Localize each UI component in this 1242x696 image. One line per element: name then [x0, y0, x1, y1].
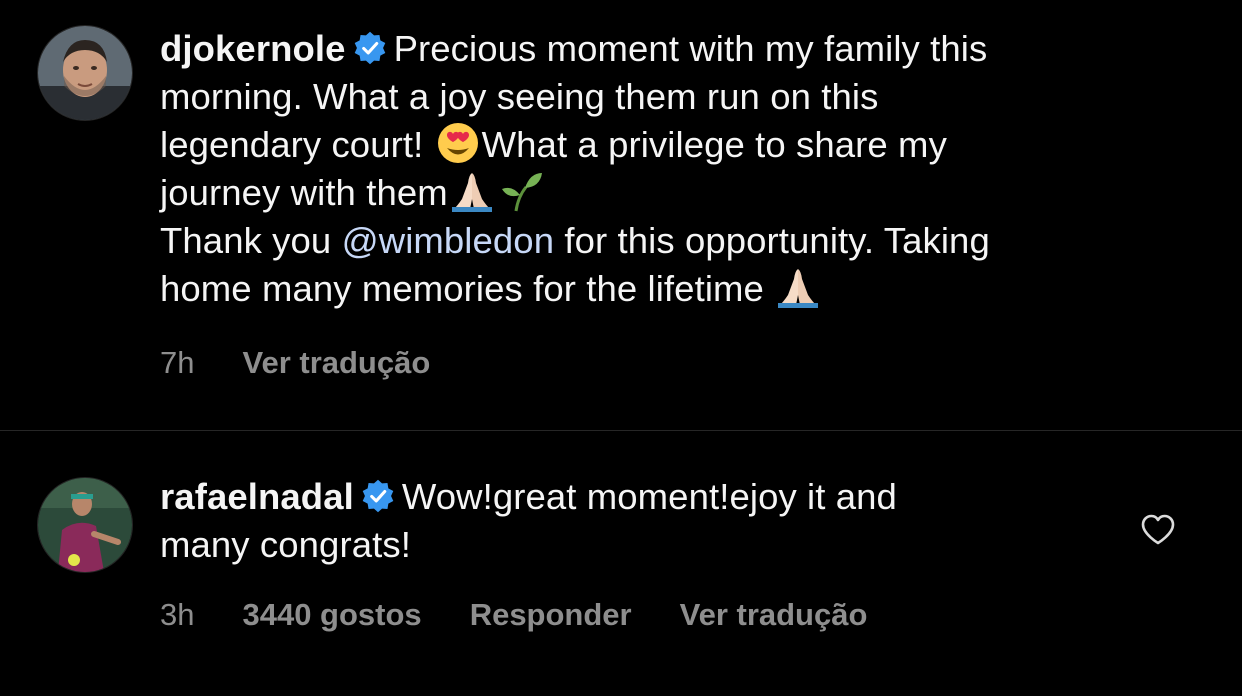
folded-hands-emoji-icon: [778, 269, 819, 308]
post-username[interactable]: djokernole: [160, 28, 346, 69]
post-caption: djokernole Precious moment with my family…: [0, 0, 1242, 430]
folded-hands-emoji-icon: [451, 173, 492, 212]
comment-meta: 3h 3440 gostos Responder Ver tradução: [160, 597, 915, 633]
comment-timestamp: 3h: [160, 597, 195, 632]
thanks-prefix: Thank you: [160, 220, 342, 261]
caption-line-1: Precious moment with my family this: [393, 28, 988, 69]
divider: [0, 430, 1242, 431]
thanks-line-2: home many memories for the lifetime: [160, 268, 764, 309]
comment-translate-link[interactable]: Ver tradução: [680, 597, 868, 632]
caption-line-2: morning. What a joy seeing them run on t…: [160, 76, 879, 117]
seedling-emoji-icon: [501, 173, 542, 212]
post-translate-link[interactable]: Ver tradução: [242, 345, 430, 380]
verified-badge-icon: [362, 479, 394, 513]
comment-username[interactable]: rafaelnadal: [160, 476, 354, 517]
rafaelnadal-avatar[interactable]: [37, 477, 133, 573]
comment-likes-count[interactable]: 3440 gostos: [242, 597, 421, 632]
comment-line-2: many congrats!: [160, 524, 411, 565]
post-timestamp: 7h: [160, 345, 195, 380]
caption-line-4: What a privilege to share my: [481, 124, 947, 165]
caption-line-5: journey with them: [160, 172, 448, 213]
wimbledon-mention-link[interactable]: @wimbledon: [342, 220, 555, 261]
reply-button[interactable]: Responder: [470, 597, 632, 632]
post-caption-text: djokernole Precious moment with my family…: [160, 25, 1170, 313]
post-meta: 7h Ver tradução: [160, 345, 478, 381]
heart-eyes-emoji-icon: [437, 123, 478, 163]
verified-badge-icon: [354, 31, 385, 65]
caption-line-3: legendary court!: [160, 124, 424, 165]
thanks-suffix: for this opportunity. Taking: [554, 220, 990, 261]
comment-text: rafaelnadal Wow!great moment!ejoy it and …: [160, 473, 1060, 569]
djokernole-avatar[interactable]: [37, 25, 133, 121]
comment-line-1: Wow!great moment!ejoy it and: [401, 476, 897, 517]
like-heart-icon[interactable]: [1140, 512, 1176, 548]
